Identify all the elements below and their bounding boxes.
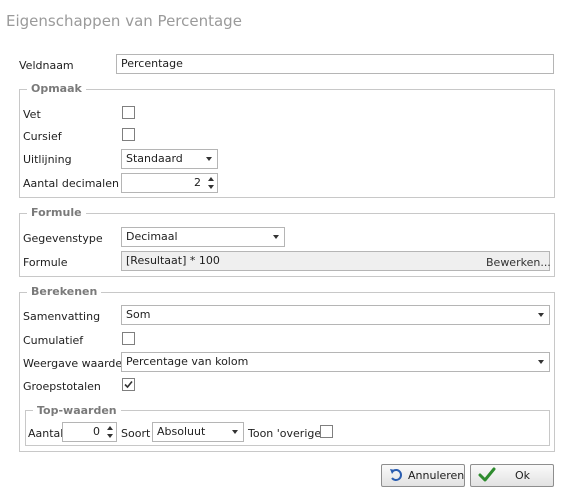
samenvatting-value: Som [126, 308, 151, 321]
spin-down-icon[interactable] [208, 185, 214, 189]
chevron-down-icon [538, 360, 544, 364]
samenvatting-select[interactable]: Som [121, 305, 550, 325]
uitlijning-label: Uitlijning [23, 153, 72, 166]
aantal-spinner[interactable]: 0 [62, 422, 117, 442]
aantal-label: Aantal [28, 427, 64, 440]
cumulatief-checkbox[interactable] [122, 332, 135, 345]
ok-button-label: Ok [515, 469, 531, 482]
gegevenstype-label: Gegevenstype [23, 232, 103, 245]
gegevenstype-value: Decimaal [126, 230, 178, 243]
aantal-value: 0 [93, 425, 100, 438]
formule-value: [Resultaat] * 100 [126, 254, 220, 267]
weergave-value: Percentage van kolom [126, 355, 249, 368]
formule-group-title: Formule [27, 206, 86, 219]
chevron-down-icon [273, 235, 279, 239]
undo-arrow-icon [390, 469, 402, 481]
ok-button[interactable]: Ok [470, 464, 554, 487]
spin-down-icon[interactable] [107, 434, 113, 438]
berekenen-group-title: Berekenen [27, 285, 102, 298]
chevron-down-icon [206, 157, 212, 161]
decimalen-value: 2 [194, 176, 201, 189]
opmaak-group-title: Opmaak [27, 82, 86, 95]
cursief-label: Cursief [23, 130, 62, 143]
vet-label: Vet [23, 108, 41, 121]
decimalen-label: Aantal decimalen [23, 177, 119, 190]
toon-overige-label: Toon 'overige' [248, 427, 325, 440]
toon-overige-checkbox[interactable] [320, 425, 333, 438]
samenvatting-label: Samenvatting [23, 310, 101, 323]
veldnaam-label: Veldnaam [19, 59, 74, 72]
checkmark-icon [124, 380, 133, 389]
groepstotalen-checkbox[interactable] [122, 378, 135, 391]
soort-value: Absoluut [157, 425, 206, 438]
dialog-title: Eigenschappen van Percentage [6, 12, 242, 30]
top-waarden-title: Top-waarden [33, 404, 121, 417]
cancel-button[interactable]: Annuleren [381, 464, 465, 487]
gegevenstype-select[interactable]: Decimaal [121, 227, 285, 247]
chevron-down-icon [232, 430, 238, 434]
weergave-select[interactable]: Percentage van kolom [121, 352, 550, 372]
spin-up-icon[interactable] [208, 177, 214, 181]
spin-up-icon[interactable] [107, 426, 113, 430]
uitlijning-select[interactable]: Standaard [121, 149, 218, 169]
groepstotalen-label: Groepstotalen [23, 380, 101, 393]
weergave-label: Weergave waardes [23, 357, 128, 370]
veldnaam-input[interactable]: Percentage [116, 54, 554, 74]
cursief-checkbox[interactable] [122, 128, 135, 141]
uitlijning-value: Standaard [126, 152, 183, 165]
bewerken-button[interactable]: Bewerken... [486, 256, 551, 269]
checkmark-icon [478, 467, 496, 482]
chevron-down-icon [538, 313, 544, 317]
vet-checkbox[interactable] [122, 106, 135, 119]
soort-select[interactable]: Absoluut [152, 422, 244, 442]
formule-label: Formule [23, 256, 68, 269]
cancel-button-label: Annuleren [408, 469, 465, 482]
cumulatief-label: Cumulatief [23, 334, 84, 347]
decimalen-spinner[interactable]: 2 [121, 173, 218, 193]
soort-label: Soort [121, 427, 151, 440]
